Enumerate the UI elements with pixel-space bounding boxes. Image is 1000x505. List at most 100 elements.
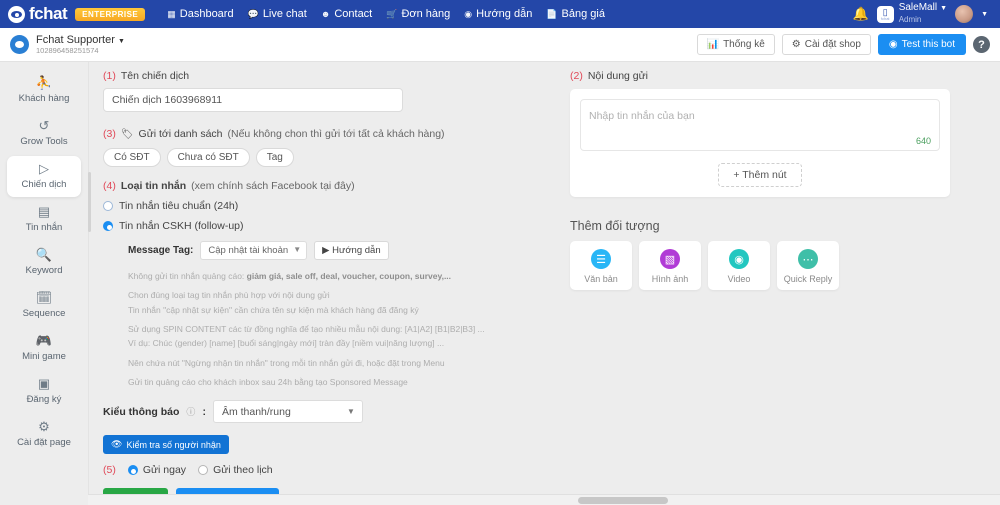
topbar-right: 🔔 ▯ fchat SaleMall ▼ Admin ▼ [853,2,992,25]
object-label: Quick Reply [783,274,833,284]
question-icon[interactable]: ⓘ [186,405,195,418]
notification-bell-icon[interactable]: 🔔 [853,6,869,22]
check-recipients-button[interactable]: 👁 Kiểm tra số người nhận [103,435,229,455]
sidebar-item-dang-ky[interactable]: ▣ Đăng ký [7,371,81,412]
message-composer-card: Nhập tin nhắn của bạn 640 + Thêm nút [570,89,950,197]
sidebar-item-label: Cài đặt page [17,437,71,448]
fchat-logo-icon [8,5,25,23]
radio-label: Gửi ngay [142,464,187,477]
campaign-form: (1) Tên chiến dịch (3) 🏷 Gửi tới danh sá… [88,70,488,505]
account-switcher[interactable]: ▯ fchat SaleMall ▼ Admin [876,2,947,25]
page-title: Fchat Supporter ▼ [36,34,125,47]
sidebar-item-sequence[interactable]: 🗓 Sequence [7,285,81,326]
filter-chua-co-sdt[interactable]: Chưa có SĐT [166,148,250,167]
app-body: ⛹ Khách hàng ↺ Grow Tools ▷ Chiến dịch ▤… [0,62,1000,505]
main-content: (1) Tên chiến dịch (3) 🏷 Gửi tới danh sá… [88,62,1000,505]
form-icon: ▣ [37,376,51,391]
radio-indicator[interactable] [103,201,113,211]
user-icon: ⛹ [35,75,53,90]
video-icon: ◉ [729,249,749,269]
help-line-ads: Không gửi tin nhắn quảng cáo: giảm giá, … [128,270,488,282]
brand-logo-group[interactable]: fchat ENTERPRISE [8,4,146,24]
radio-indicator[interactable] [103,221,113,231]
radio-cskh-message[interactable]: Tin nhắn CSKH (follow-up) [103,220,488,232]
character-counter: 640 [915,136,931,146]
nav-label: Contact [334,8,373,20]
content-label-row: (2) Nội dung gửi [570,70,950,82]
radio-indicator[interactable] [127,465,138,476]
sidebar-item-chien-dich[interactable]: ▷ Chiến dịch [7,156,81,197]
message-tag-section: Message Tag: Cập nhật tài khoản ▼ ▶ Hướn… [128,241,488,388]
filter-co-sdt[interactable]: Có SĐT [103,148,161,167]
nav-item-contact[interactable]: ☻ Contact [321,8,372,20]
filter-tag[interactable]: Tag [255,148,294,167]
sidebar-item-label: Đăng ký [26,394,62,405]
add-button-wrap: + Thêm nút [580,163,940,187]
add-objects-grid: ☰ Văn bản ▧ Hình ảnh ◉ Video ⋯ Quick Rep… [570,241,950,290]
add-objects-title: Thêm đối tượng [570,219,660,233]
sidebar-item-cai-dat-page[interactable]: ⚙ Cài đặt page [7,414,81,455]
shop-settings-button[interactable]: ⚙ Cài đặt shop [781,34,871,55]
campaign-name-input[interactable] [103,88,403,112]
content-label: Nội dung gửi [587,70,648,82]
recipient-filter-tags: Có SĐT Chưa có SĐT Tag [103,148,488,167]
horizontal-scrollbar-thumb[interactable] [578,497,668,504]
image-icon: ▧ [660,249,680,269]
shop-settings-label: Cài đặt shop [804,39,861,50]
page-subheader: Fchat Supporter ▼ 102896458251574 📊 Thốn… [0,28,1000,62]
sidebar-scroll-thumb[interactable] [88,172,91,232]
send-list-label: Gửi tới danh sách [138,128,223,140]
content-divider [88,62,91,505]
nav-item-live-chat[interactable]: 💬 Live chat [248,8,307,20]
account-name: SaleMall [898,2,938,14]
account-text: SaleMall ▼ Admin [899,2,947,25]
enterprise-badge: ENTERPRISE [75,7,146,21]
object-image[interactable]: ▧ Hình ảnh [639,241,701,290]
test-bot-button[interactable]: ◉ Test this bot [877,34,966,55]
radio-standard-message[interactable]: Tin nhắn tiêu chuẩn (24h) [103,200,488,212]
help-line-stop-button: Nên chứa nút "Ngừng nhận tin nhắn" trong… [128,357,445,368]
notification-type-label: Kiểu thông báo [103,405,180,418]
object-label: Video [727,274,751,284]
grow-tools-icon: ↺ [38,118,50,133]
message-textarea[interactable]: Nhập tin nhắn của bạn 640 [580,99,940,151]
message-tag-select[interactable]: Cập nhật tài khoản ▼ [200,241,308,260]
sidebar-item-tin-nhan[interactable]: ▤ Tin nhắn [7,199,81,240]
page-name-text: Fchat Supporter [36,33,115,46]
check-recipients-label: Kiểm tra số người nhận [126,439,221,450]
radio-send-now[interactable]: Gửi ngay [127,464,187,477]
object-quick-reply[interactable]: ⋯ Quick Reply [777,241,839,290]
avatar-chevron-down-icon[interactable]: ▼ [981,11,988,18]
stats-button[interactable]: 📊 Thống kê [696,34,775,55]
object-video[interactable]: ◉ Video [708,241,770,290]
message-placeholder: Nhập tin nhắn của bạn [589,110,695,122]
nav-item-orders[interactable]: 🛒 Đơn hàng [386,8,450,20]
page-info[interactable]: Fchat Supporter ▼ 102896458251574 [36,34,125,55]
sidebar-item-keyword[interactable]: 🔍 Keyword [7,242,81,283]
object-label: Hình ảnh [651,274,689,284]
stats-label: Thống kê [723,39,765,50]
nav-item-dashboard[interactable]: ▦ Dashboard [167,8,233,20]
help-icon[interactable]: ? [973,36,990,53]
fchat-mini-label: fchat [880,15,890,21]
sidebar-item-khach-hang[interactable]: ⛹ Khách hàng [7,70,81,111]
horizontal-scrollbar[interactable] [88,494,1000,505]
avatar[interactable] [955,5,974,23]
radio-label: Tin nhắn tiêu chuẩn (24h) [119,200,239,212]
object-text[interactable]: ☰ Văn bản [570,241,632,290]
sidebar-item-mini-game[interactable]: 🎮 Mini game [7,328,81,369]
nav-item-pricing[interactable]: 📄 Bảng giá [546,8,605,20]
sidebar-item-label: Sequence [22,308,66,319]
notification-type-select[interactable]: Âm thanh/rung ▼ [212,400,363,424]
nav-item-guide[interactable]: ◉ Hướng dẫn [464,8,532,20]
play-icon: ▶ [322,245,330,256]
help-line-spin-content: Sử dụng SPIN CONTENT các từ đồng nghĩa đ… [128,323,485,334]
message-tag-guide-button[interactable]: ▶ Hướng dẫn [314,241,389,260]
add-button[interactable]: + Thêm nút [718,163,802,187]
nav-label: Live chat [262,8,307,20]
radio-send-scheduled[interactable]: Gửi theo lịch [198,464,273,476]
pricing-icon: 📄 [546,8,558,19]
radio-indicator[interactable] [198,465,209,476]
main-nav: ▦ Dashboard 💬 Live chat ☻ Contact 🛒 Đơn … [167,8,605,20]
sidebar-item-grow-tools[interactable]: ↺ Grow Tools [7,113,81,154]
